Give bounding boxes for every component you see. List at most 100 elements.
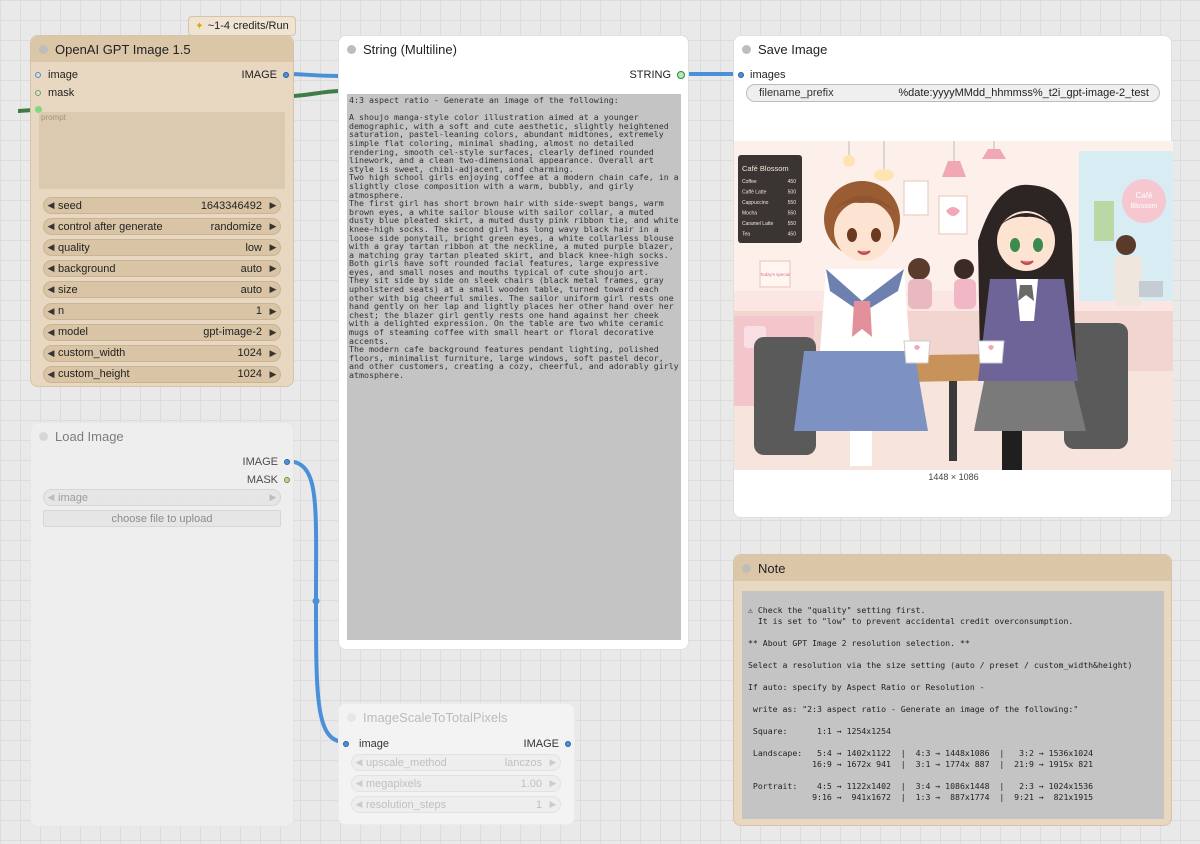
arrow-left-icon[interactable]: ◀	[44, 284, 58, 295]
openai-gpt-image-node[interactable]: OpenAI GPT Image 1.5 image mask IMAGE pr…	[30, 35, 294, 387]
arrow-left-icon[interactable]: ◀	[44, 492, 58, 503]
upscale-method-widget[interactable]: ◀ upscale_method lanczos ▶	[351, 754, 561, 771]
custom-width-widget[interactable]: ◀ custom_width 1024 ▶	[43, 344, 281, 362]
arrow-right-icon[interactable]: ▶	[266, 306, 280, 317]
output-slot-image[interactable]: IMAGE	[524, 738, 571, 750]
output-slot-string[interactable]: STRING	[629, 69, 685, 81]
arrow-right-icon[interactable]: ▶	[266, 242, 280, 253]
slot-dot-icon[interactable]	[677, 71, 685, 79]
slot-dot-icon[interactable]	[738, 72, 744, 78]
arrow-right-icon[interactable]: ▶	[266, 492, 280, 503]
slot-dot-icon[interactable]	[284, 477, 290, 483]
arrow-right-icon[interactable]: ▶	[546, 799, 560, 810]
collapse-dot-icon[interactable]	[347, 45, 356, 54]
resolution-steps-widget[interactable]: ◀ resolution_steps 1 ▶	[351, 796, 561, 813]
input-slot-image[interactable]: image	[35, 69, 78, 81]
quality-widget[interactable]: ◀ quality low ▶	[43, 239, 281, 257]
save-image-node[interactable]: Save Image images filename_prefix %date:…	[733, 35, 1173, 518]
upload-button[interactable]: choose file to upload	[43, 510, 281, 527]
arrow-left-icon[interactable]: ◀	[352, 778, 366, 789]
menu-item-name: Cappuccino	[742, 200, 769, 206]
node-title-bar[interactable]: String (Multiline)	[339, 36, 688, 62]
input-slot-image[interactable]: image	[343, 738, 389, 750]
arrow-right-icon[interactable]: ▶	[266, 221, 280, 232]
menu-item-name: Tea	[742, 232, 750, 238]
collapse-dot-icon[interactable]	[39, 45, 48, 54]
window-sign-icon	[1122, 179, 1166, 223]
model-widget[interactable]: ◀ model gpt-image-2 ▶	[43, 323, 281, 341]
credits-badge: ✦ ~1-4 credits/Run	[188, 16, 296, 36]
wire-image-to-scale	[285, 459, 346, 744]
slot-dot-icon[interactable]	[283, 72, 289, 78]
collapse-dot-icon[interactable]	[742, 45, 751, 54]
small-sign-text: Today's special	[760, 272, 790, 277]
arrow-left-icon[interactable]: ◀	[44, 221, 58, 232]
arrow-left-icon[interactable]: ◀	[44, 263, 58, 274]
collapse-dot-icon[interactable]	[742, 564, 751, 573]
arrow-right-icon[interactable]: ▶	[266, 369, 280, 380]
window-sign-line-1: Café	[1136, 191, 1153, 200]
menu-title: Café Blossom	[742, 164, 789, 173]
megapixels-widget[interactable]: ◀ megapixels 1.00 ▶	[351, 775, 561, 792]
input-slot-images[interactable]: images	[738, 69, 785, 81]
filename-prefix-field[interactable]: filename_prefix %date:yyyyMMdd_hhmmss%_t…	[746, 84, 1160, 102]
arrow-left-icon[interactable]: ◀	[44, 200, 58, 211]
collapse-dot-icon[interactable]	[347, 713, 356, 722]
arrow-left-icon[interactable]: ◀	[44, 348, 58, 359]
node-title-bar[interactable]: OpenAI GPT Image 1.5	[31, 36, 293, 62]
input-slot-mask[interactable]: mask	[35, 87, 74, 99]
control-after-generate-widget[interactable]: ◀ control after generate randomize ▶	[43, 218, 281, 236]
size-widget[interactable]: ◀ size auto ▶	[43, 281, 281, 299]
image-scale-node[interactable]: ImageScaleToTotalPixels image IMAGE ◀ ups…	[338, 703, 575, 825]
credits-icon: ✦	[195, 20, 204, 32]
menu-item-name: Caramel Latte	[742, 221, 774, 227]
node-title-bar[interactable]: ImageScaleToTotalPixels	[339, 704, 574, 730]
arrow-right-icon[interactable]: ▶	[266, 327, 280, 338]
arrow-left-icon[interactable]: ◀	[44, 306, 58, 317]
node-title-bar[interactable]: Load Image	[31, 423, 293, 449]
image-select[interactable]: ◀ image ▶	[43, 489, 281, 506]
arrow-left-icon[interactable]: ◀	[352, 799, 366, 810]
note-node[interactable]: Note ⚠ Check the "quality" setting first…	[733, 554, 1172, 826]
node-title-bar[interactable]: Note	[734, 555, 1171, 581]
seed-widget[interactable]: ◀ seed 1643346492 ▶	[43, 197, 281, 214]
arrow-left-icon[interactable]: ◀	[44, 327, 58, 338]
generated-image-preview[interactable]: Café Blossom Café Blossom Coffee 450 Caffè…	[734, 141, 1173, 470]
background-widget[interactable]: ◀ background auto ▶	[43, 260, 281, 278]
slot-dot-icon[interactable]	[284, 459, 290, 465]
output-slot-image[interactable]: IMAGE	[243, 456, 290, 468]
output-slot-image[interactable]: IMAGE	[242, 69, 289, 81]
slot-dot-icon[interactable]	[35, 72, 41, 78]
arrow-right-icon[interactable]: ▶	[266, 200, 280, 211]
window-sign-line-2: Blossom	[1131, 203, 1158, 210]
string-multiline-node[interactable]: String (Multiline) STRING	[338, 35, 689, 650]
arrow-left-icon[interactable]: ◀	[44, 369, 58, 380]
custom-height-widget[interactable]: ◀ custom_height 1024 ▶	[43, 365, 281, 383]
node-title-bar[interactable]: Save Image	[734, 36, 1171, 62]
menu-item-name: Mocha	[742, 211, 757, 217]
collapse-dot-icon[interactable]	[39, 432, 48, 441]
load-image-node[interactable]: Load Image IMAGE MASK ◀ image ▶ choose f…	[30, 422, 294, 827]
image-size-label: 1448 × 1086	[928, 472, 979, 482]
note-text[interactable]: ⚠ Check the "quality" setting first. It …	[742, 591, 1164, 819]
menu-item-price: 500	[788, 190, 797, 196]
menu-item-name: Coffee	[742, 179, 757, 185]
menu-item-name: Caffè Latte	[742, 190, 767, 196]
slot-dot-icon[interactable]	[565, 741, 571, 747]
arrow-left-icon[interactable]: ◀	[44, 242, 58, 253]
output-slot-mask[interactable]: MASK	[247, 474, 290, 486]
arrow-left-icon[interactable]: ◀	[352, 757, 366, 768]
slot-dot-icon[interactable]	[35, 90, 41, 96]
prompt-text-area[interactable]	[347, 94, 681, 640]
n-widget[interactable]: ◀ n 1 ▶	[43, 302, 281, 320]
prompt-textarea[interactable]: prompt	[39, 112, 285, 189]
menu-item-price: 550	[788, 211, 797, 217]
arrow-right-icon[interactable]: ▶	[266, 348, 280, 359]
arrow-right-icon[interactable]: ▶	[546, 778, 560, 789]
menu-item-price: 550	[788, 200, 797, 206]
arrow-right-icon[interactable]: ▶	[266, 284, 280, 295]
arrow-right-icon[interactable]: ▶	[266, 263, 280, 274]
slot-dot-icon[interactable]	[343, 741, 349, 747]
arrow-right-icon[interactable]: ▶	[546, 757, 560, 768]
wire-reroute-dot	[312, 597, 320, 605]
